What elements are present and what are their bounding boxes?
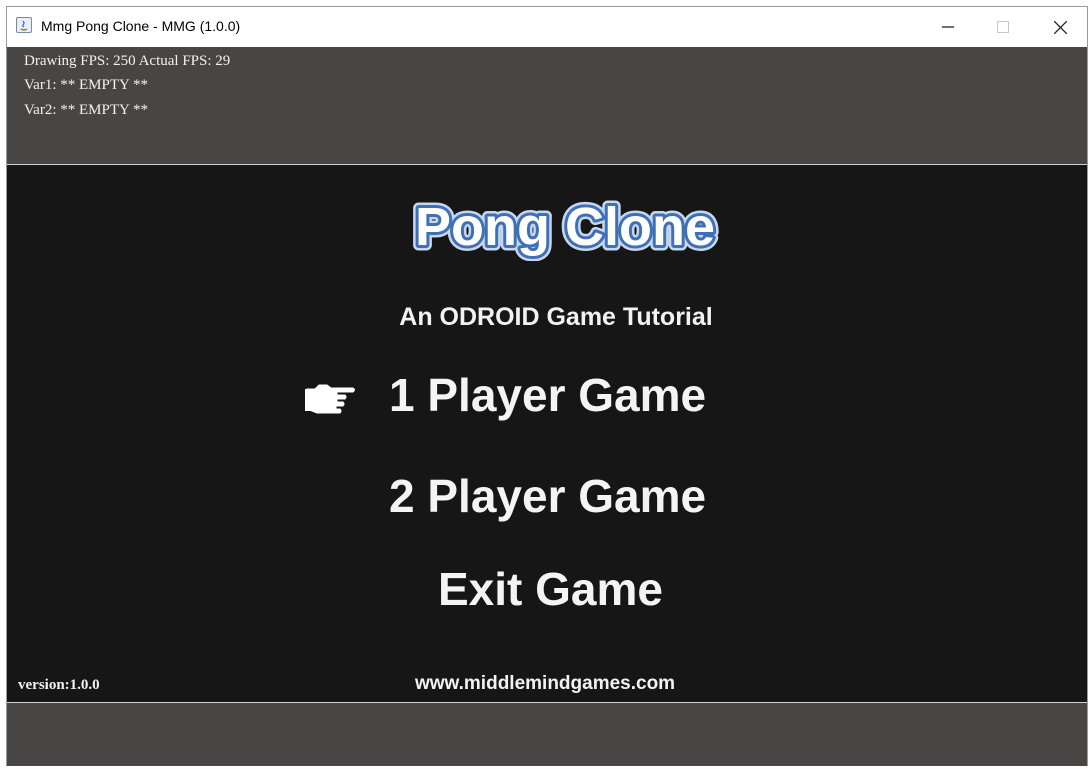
minimize-icon (942, 26, 954, 28)
minimize-button[interactable] (925, 7, 971, 47)
menu-item-2-player[interactable]: 2 Player Game (389, 469, 706, 523)
bottom-panel (7, 702, 1087, 766)
menu-item-exit[interactable]: Exit Game (438, 562, 663, 616)
logo-text: Pong Clone (415, 197, 715, 257)
version-label: version:1.0.0 (18, 677, 100, 693)
close-icon (1054, 21, 1067, 34)
pointing-hand-icon (305, 384, 355, 414)
window-title: Mmg Pong Clone - MMG (1.0.0) (41, 18, 241, 34)
title-bar[interactable]: Mmg Pong Clone - MMG (1.0.0) (7, 7, 1087, 47)
menu-item-1-player[interactable]: 1 Player Game (389, 368, 706, 422)
debug-panel: Drawing FPS: 250 Actual FPS: 29 Var1: **… (7, 47, 1087, 165)
app-window: Mmg Pong Clone - MMG (1.0.0) Drawing FPS… (6, 6, 1088, 766)
game-canvas[interactable]: Pong Clone Pong Clone Pong Clone An ODRO… (7, 165, 1087, 702)
fps-readout: Drawing FPS: 250 Actual FPS: 29 (24, 53, 231, 69)
var2-readout: Var2: ** EMPTY ** (24, 102, 149, 118)
maximize-icon (997, 21, 1009, 33)
close-button[interactable] (1037, 7, 1083, 47)
var1-readout: Var1: ** EMPTY ** (24, 77, 149, 93)
java-app-icon (16, 17, 32, 33)
maximize-button[interactable] (980, 7, 1026, 47)
website-link: www.middlemindgames.com (415, 673, 676, 694)
game-logo: Pong Clone Pong Clone Pong Clone (410, 192, 721, 262)
tagline: An ODROID Game Tutorial (399, 303, 713, 331)
